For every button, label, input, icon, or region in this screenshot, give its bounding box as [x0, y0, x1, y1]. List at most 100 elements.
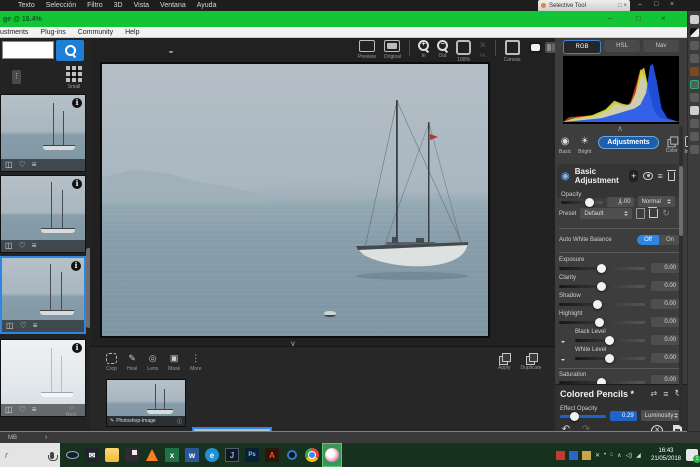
app-word[interactable]: w — [182, 443, 202, 467]
status-chevron[interactable]: › — [45, 434, 47, 441]
tray-chevron-up[interactable]: ∧ — [617, 452, 621, 459]
panel-icon-selected[interactable] — [690, 80, 699, 89]
plugin-maximize-button[interactable]: □ — [636, 14, 641, 23]
delete-preset-icon[interactable] — [649, 209, 658, 218]
black-level-slider[interactable] — [575, 339, 645, 342]
canvas-button[interactable]: Canvas — [504, 40, 521, 63]
tray-app-red[interactable] — [556, 451, 565, 460]
menu-plugins[interactable]: Plug-ins — [40, 29, 65, 36]
effect-menu-icon[interactable]: ≡ — [663, 390, 668, 398]
crop-button[interactable]: Crop — [106, 353, 117, 372]
zoom-out-button[interactable]: −Out — [437, 40, 448, 59]
library-thumbnail-selected[interactable]: ℹ ◫♡≡ — [0, 256, 86, 334]
grid-view-icon[interactable] — [66, 66, 82, 82]
effect-opacity-value[interactable]: 0.29 — [610, 411, 636, 421]
menu-icon[interactable]: ≡ — [32, 160, 37, 170]
panel-icon[interactable] — [690, 67, 699, 76]
tab-hsl[interactable]: HSL — [604, 40, 640, 52]
collapse-histogram-chevron[interactable]: ∧ — [617, 124, 623, 133]
app-mail[interactable]: ✉ — [82, 443, 102, 467]
menu-ayuda[interactable]: Ayuda — [197, 2, 217, 9]
original-button[interactable]: Original — [384, 40, 401, 60]
menu-icon[interactable]: ≡ — [33, 321, 38, 331]
shadow-slider[interactable] — [559, 303, 645, 306]
app-edge[interactable]: e — [202, 443, 222, 467]
taskbar-clock[interactable]: 16:43 21/05/2018 — [648, 447, 684, 463]
panel-icon[interactable] — [690, 54, 699, 63]
clarity-value[interactable]: 0.00 — [651, 281, 679, 291]
menu-texto[interactable]: Texto — [18, 2, 35, 9]
exposure-value[interactable]: 0.00 — [651, 263, 679, 273]
duplicate-button[interactable]: Duplicate — [521, 353, 542, 371]
awb-off-button[interactable]: Off — [637, 235, 659, 245]
white-level-value[interactable]: 0.00 — [651, 353, 679, 363]
panel-icon[interactable] — [690, 145, 699, 154]
notification-center-icon[interactable]: 1 — [686, 449, 698, 461]
tray-dot[interactable]: • — [604, 452, 606, 458]
selective-tool-window[interactable]: Selective Tool □ × — [538, 0, 630, 11]
delete-section-icon[interactable] — [668, 172, 675, 181]
selective-maximize-button[interactable]: □ — [618, 3, 622, 9]
panel-icon[interactable] — [690, 132, 699, 141]
menu-ventana[interactable]: Ventana — [160, 2, 186, 9]
menu-icon[interactable]: ≡ — [32, 405, 37, 415]
clarity-slider[interactable] — [559, 285, 645, 288]
thumb-size-stepper[interactable]: ⋮ — [12, 70, 21, 84]
info-icon[interactable]: ℹ — [72, 343, 82, 353]
color-nav-button[interactable]: Color — [666, 136, 678, 154]
heal-button[interactable]: ✎Heal — [127, 353, 137, 372]
app-excel[interactable]: x — [162, 443, 182, 467]
ps-close-button[interactable]: × — [670, 1, 674, 8]
highlight-value[interactable]: 0.00 — [651, 317, 679, 327]
menu-filtro[interactable]: Filtro — [87, 2, 103, 9]
info-icon[interactable]: ⓘ — [177, 418, 182, 425]
apply-button[interactable]: Apply — [498, 353, 511, 371]
compare-icon[interactable]: ◫ — [6, 321, 14, 331]
blend-mode-dropdown[interactable]: Normal — [638, 196, 675, 207]
visibility-toggle-icon[interactable] — [643, 172, 652, 180]
tray-close-glyph[interactable]: ✕ — [595, 452, 600, 459]
more-button[interactable]: ⋮More — [190, 353, 201, 372]
compare-icon[interactable]: ◫ — [5, 405, 13, 415]
speaker-icon[interactable]: ◁) — [626, 452, 633, 459]
tab-rgb[interactable]: RGB — [563, 40, 601, 54]
library-thumbnail[interactable]: ℹ ◫♡≡ — [0, 94, 86, 172]
opacity-slider[interactable] — [561, 201, 603, 204]
app-j[interactable]: J — [222, 443, 242, 467]
effect-blend-dropdown[interactable]: Luminosity — [641, 410, 682, 421]
app-adobe[interactable]: A — [262, 443, 282, 467]
windows-search-box[interactable]: r — [0, 443, 60, 467]
reset-preset-icon[interactable]: ↻ — [662, 208, 670, 219]
selective-close-button[interactable]: × — [623, 3, 627, 9]
bright-nav-button[interactable]: ☀Bright — [578, 136, 591, 155]
microphone-icon[interactable] — [50, 452, 54, 459]
favorite-icon[interactable]: ♡ — [19, 405, 26, 415]
tray-app-blue[interactable] — [569, 451, 578, 460]
panel-icon[interactable] — [690, 93, 699, 102]
zoom-in-button[interactable]: +In — [418, 40, 429, 59]
ps-maximize-button[interactable]: □ — [654, 1, 658, 8]
network-icon[interactable]: ◢ — [636, 452, 641, 459]
favorite-icon[interactable]: ♡ — [20, 321, 27, 331]
exposure-slider[interactable] — [559, 267, 645, 270]
plugin-minimize-button[interactable]: – — [608, 14, 612, 23]
add-adjustment-button[interactable]: + — [629, 170, 638, 182]
highlight-slider[interactable] — [559, 321, 645, 324]
brush-panel-icon[interactable] — [690, 28, 699, 37]
next-page-button[interactable]: » Next — [56, 402, 86, 418]
save-preset-icon[interactable] — [636, 208, 645, 219]
library-thumbnail[interactable]: ℹ ◫♡≡ — [0, 175, 86, 253]
ps-minimize-button[interactable]: – — [638, 1, 642, 8]
panel-scrollbar-thumb[interactable] — [679, 166, 683, 236]
menu-help[interactable]: Help — [125, 29, 139, 36]
opacity-slider-knob[interactable] — [585, 198, 594, 207]
compare-icon[interactable]: ◫ — [5, 241, 13, 251]
app-chrome[interactable] — [302, 443, 322, 467]
app-notes[interactable] — [122, 443, 142, 467]
app-ring[interactable] — [282, 443, 302, 467]
menu-vista[interactable]: Vista — [134, 2, 149, 9]
favorite-icon[interactable]: ♡ — [19, 160, 26, 170]
plugin-titlebar[interactable]: ge @ 16.4% — [0, 11, 687, 27]
awb-on-button[interactable]: On — [659, 235, 681, 245]
preview-button[interactable]: Preview — [358, 40, 376, 60]
